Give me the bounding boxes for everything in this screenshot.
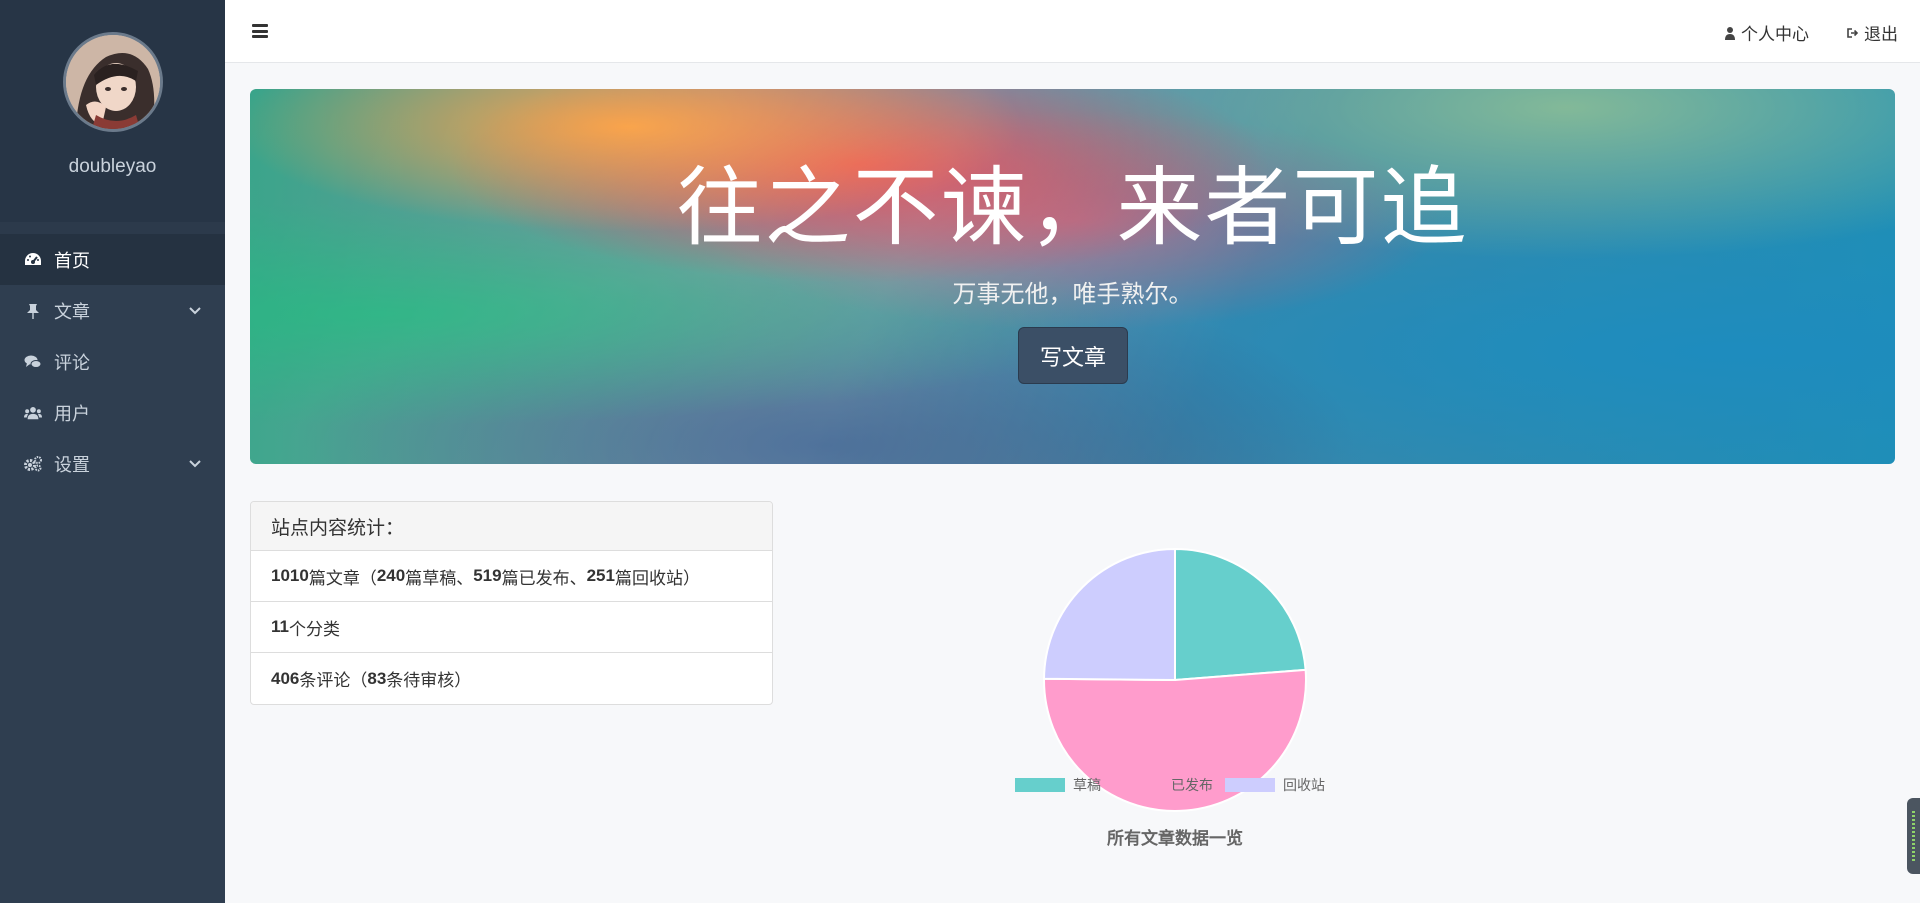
menu-toggle-icon[interactable]: [252, 24, 268, 38]
username: doubleyao: [68, 156, 157, 177]
legend-label: 回收站: [1283, 777, 1325, 793]
site-stats-panel: 站点内容统计： 1010 篇文章（ 240 篇草稿、 519 篇已发布、 251…: [250, 501, 773, 705]
chevron-down-icon[interactable]: [187, 302, 203, 318]
sidebar-item-label: 首页: [54, 250, 90, 271]
avatar[interactable]: [62, 32, 163, 132]
categories-text: 个分类: [288, 619, 340, 639]
logout-label: 退出: [1864, 25, 1898, 44]
stats-row-articles: 1010 篇文章（ 240 篇草稿、 519 篇已发布、 251 篇回收站）: [251, 551, 772, 602]
articles-text: 篇文章（: [308, 568, 377, 588]
published-count: 519: [473, 566, 502, 585]
legend-item-published[interactable]: 已发布: [1113, 775, 1213, 795]
gears-icon: [24, 455, 42, 473]
trash-count: 251: [586, 566, 615, 585]
profile-center-label: 个人中心: [1741, 25, 1809, 44]
write-article-button[interactable]: 写文章: [1018, 327, 1128, 384]
pending-text: 条待审核）: [386, 671, 472, 690]
pending-count: 83: [367, 668, 387, 688]
stats-row-comments: 406 条评论（ 83 条待审核）: [251, 653, 772, 704]
legend-swatch: [1015, 778, 1065, 792]
chart-title: 所有文章数据一览: [1107, 829, 1243, 848]
drafts-count: 240: [376, 566, 406, 585]
articles-pie-chart: [1042, 547, 1307, 813]
legend-item-trash[interactable]: 回收站: [1225, 775, 1325, 795]
pie-slice-1[interactable]: [1174, 547, 1307, 682]
articles-total: 1010: [271, 566, 309, 585]
sidebar-nav: 首页 文章 评论 用户 设置: [0, 234, 225, 489]
sidebar-item-articles[interactable]: 文章: [0, 285, 225, 336]
sidebar-item-label: 文章: [54, 301, 90, 322]
side-widget-handle[interactable]: [1907, 798, 1920, 874]
chevron-down-icon[interactable]: [187, 455, 203, 471]
sidebar-item-settings[interactable]: 设置: [0, 438, 225, 489]
sidebar-item-home[interactable]: 首页: [0, 234, 225, 285]
sidebar-item-comments[interactable]: 评论: [0, 336, 225, 387]
trash-text: 篇回收站）: [614, 568, 700, 588]
comments-count: 406: [271, 668, 300, 688]
comments-text: 条评论（: [299, 671, 368, 690]
legend-swatch: [1113, 778, 1163, 792]
sidebar-item-label: 用户: [54, 403, 90, 424]
drafts-text: 篇草稿、: [405, 568, 474, 588]
pie-slice-3[interactable]: [1042, 547, 1176, 682]
pin-icon: [24, 302, 42, 320]
sidebar-divider: [0, 222, 225, 234]
stats-heading: 站点内容统计：: [251, 502, 772, 551]
banner-subtitle: 万事无他，唯手熟尔。: [952, 281, 1193, 308]
comments-icon: [24, 353, 42, 371]
categories-count: 11: [271, 617, 289, 636]
sign-out-icon: [1847, 27, 1859, 38]
legend-label: 草稿: [1073, 777, 1101, 793]
sidebar-item-label: 设置: [54, 454, 90, 475]
chart-legend: 草稿 已发布 回收站: [1015, 775, 1337, 795]
legend-item-drafts[interactable]: 草稿: [1015, 775, 1101, 795]
topbar: 个人中心 退出: [225, 0, 1920, 63]
stats-row-categories: 11 个分类: [251, 602, 772, 653]
banner-title: 往之不谏，来者可追: [676, 160, 1469, 256]
profile-center-link[interactable]: 个人中心: [1724, 20, 1809, 45]
profile-block: doubleyao: [0, 0, 225, 222]
logout-link[interactable]: 退出: [1847, 20, 1898, 45]
sidebar-item-label: 评论: [54, 352, 90, 373]
sidebar-item-users[interactable]: 用户: [0, 387, 225, 438]
legend-swatch: [1225, 778, 1275, 792]
legend-label: 已发布: [1171, 777, 1213, 793]
user-icon: [1725, 26, 1735, 40]
users-icon: [24, 404, 42, 422]
sidebar: doubleyao 首页 文章 评论 用户 设置: [0, 0, 225, 903]
dashboard-icon: [24, 251, 42, 269]
published-text: 篇已发布、: [501, 568, 587, 588]
